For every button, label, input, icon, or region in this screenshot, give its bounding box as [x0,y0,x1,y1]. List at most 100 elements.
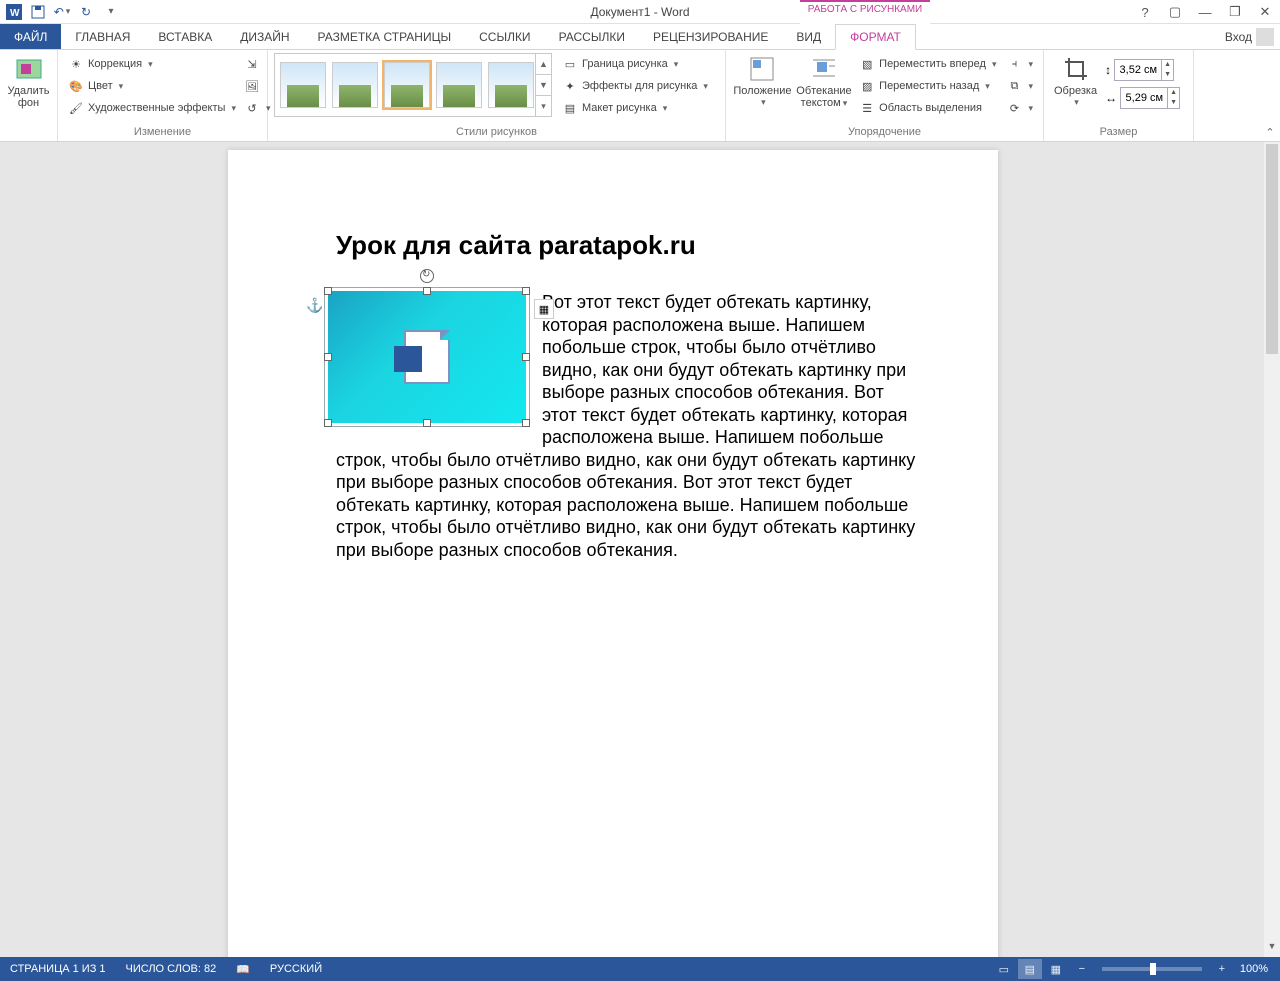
restore-icon[interactable]: ❐ [1224,2,1246,22]
picture-border-button[interactable]: ▭Граница рисунка▾ [558,53,712,75]
window-controls: ? ▢ — ❐ ✕ [1134,0,1276,24]
vertical-scrollbar[interactable]: ▲ ▼ [1264,142,1280,957]
group-label-size: Размер [1050,125,1187,141]
corrections-button[interactable]: ☀Коррекция▾ [64,53,240,75]
remove-background-icon [13,55,45,83]
picture-layout-icon: ▤ [562,100,578,116]
scroll-down-icon[interactable]: ▼ [1264,941,1280,957]
document-page[interactable]: Урок для сайта paratapok.ru ⚓ ▦ Вот этот… [228,150,998,957]
status-language[interactable]: РУССКИЙ [260,963,332,975]
align-button[interactable]: ⫞▾ [1002,53,1037,75]
tab-review[interactable]: РЕЦЕНЗИРОВАНИЕ [639,24,782,49]
tab-file[interactable]: ФАЙЛ [0,24,61,49]
collapse-ribbon-icon[interactable]: ⌃ [1262,126,1278,139]
style-thumb-2[interactable] [332,62,378,108]
status-words[interactable]: ЧИСЛО СЛОВ: 82 [116,963,227,975]
zoom-slider[interactable] [1102,967,1202,971]
title-bar: W ↶▾ ↻ ▾ Документ1 - Word РАБОТА С РИСУН… [0,0,1280,24]
group-arrange: Положение▾ Обтеканиетекстом▾ ▧Переместит… [726,50,1044,141]
tab-references[interactable]: ССЫЛКИ [465,24,544,49]
qat-customize-icon[interactable]: ▾ [100,2,120,22]
gallery-up-icon[interactable]: ▲ [536,54,551,75]
rotate-handle[interactable] [420,269,434,283]
read-mode-icon[interactable]: ▭ [992,959,1016,979]
wrap-text-button[interactable]: Обтеканиетекстом▾ [795,53,853,111]
style-thumb-3[interactable] [384,62,430,108]
web-layout-icon[interactable]: ▦ [1044,959,1068,979]
crop-button[interactable]: Обрезка▾ [1050,53,1101,110]
signin-button[interactable]: Вход [1225,24,1274,50]
width-spinner[interactable]: ▲▼ [1120,87,1180,109]
group-label-styles: Стили рисунков [274,125,719,141]
bring-forward-button[interactable]: ▧Переместить вперед▾ [855,53,1000,75]
status-page[interactable]: СТРАНИЦА 1 ИЗ 1 [0,963,116,975]
picture-effects-button[interactable]: ✦Эффекты для рисунка▾ [558,75,712,97]
picture-styles-gallery[interactable]: ▲ ▼ ▾ [274,53,552,117]
tab-page-layout[interactable]: РАЗМЕТКА СТРАНИЦЫ [304,24,466,49]
height-down[interactable]: ▼ [1162,70,1173,80]
word-app-icon[interactable]: W [4,2,24,22]
close-icon[interactable]: ✕ [1254,2,1276,22]
handle-ml[interactable] [324,353,332,361]
selected-image[interactable]: ⚓ ▦ [328,291,526,423]
print-layout-icon[interactable]: ▤ [1018,959,1042,979]
handle-bm[interactable] [423,419,431,427]
tab-design[interactable]: ДИЗАЙН [226,24,303,49]
window-title: Документ1 - Word [590,5,689,19]
zoom-out-icon[interactable]: − [1070,959,1094,979]
tab-insert[interactable]: ВСТАВКА [144,24,226,49]
width-up[interactable]: ▲ [1168,88,1179,98]
wrap-text-icon [808,55,840,83]
handle-tr[interactable] [522,287,530,295]
group-button[interactable]: ⧉▾ [1002,75,1037,97]
width-down[interactable]: ▼ [1168,98,1179,108]
help-icon[interactable]: ? [1134,2,1156,22]
rotate-icon: ⟳ [1006,100,1022,116]
handle-tm[interactable] [423,287,431,295]
reset-picture-icon: ↺ [244,100,260,116]
undo-icon[interactable]: ↶▾ [52,2,72,22]
selection-pane-button[interactable]: ☰Область выделения [855,97,1000,119]
handle-br[interactable] [522,419,530,427]
zoom-level[interactable]: 100% [1236,963,1272,975]
width-input[interactable] [1121,92,1167,104]
tab-mailings[interactable]: РАССЫЛКИ [545,24,639,49]
save-icon[interactable] [28,2,48,22]
height-input[interactable] [1115,64,1161,76]
handle-bl[interactable] [324,419,332,427]
handle-mr[interactable] [522,353,530,361]
layout-options-button[interactable]: ▦ [534,299,554,319]
minimize-icon[interactable]: — [1194,2,1216,22]
style-thumb-1[interactable] [280,62,326,108]
ribbon-display-icon[interactable]: ▢ [1164,2,1186,22]
height-spinner[interactable]: ▲▼ [1114,59,1174,81]
send-backward-icon: ▨ [859,78,875,94]
align-icon: ⫞ [1006,56,1022,72]
picture-layout-button[interactable]: ▤Макет рисунка▾ [558,97,712,119]
tab-format[interactable]: ФОРМАТ [835,24,916,50]
gallery-down-icon[interactable]: ▼ [536,75,551,96]
style-thumb-5[interactable] [488,62,534,108]
scroll-thumb[interactable] [1266,144,1278,354]
anchor-icon: ⚓ [306,297,323,314]
color-button[interactable]: 🎨Цвет▾ [64,75,240,97]
artistic-effects-button[interactable]: 🖌Художественные эффекты▾ [64,97,240,119]
zoom-thumb[interactable] [1150,963,1156,975]
image-content [328,291,526,423]
zoom-in-icon[interactable]: + [1210,959,1234,979]
style-thumb-4[interactable] [436,62,482,108]
tab-home[interactable]: ГЛАВНАЯ [61,24,144,49]
send-backward-button[interactable]: ▨Переместить назад▾ [855,75,1000,97]
avatar-icon [1256,28,1274,46]
position-button[interactable]: Положение▾ [732,53,793,110]
rotate-button[interactable]: ⟳▾ [1002,97,1037,119]
height-up[interactable]: ▲ [1162,60,1173,70]
group-picture-styles: ▲ ▼ ▾ ▭Граница рисунка▾ ✦Эффекты для рис… [268,50,726,141]
tab-view[interactable]: ВИД [782,24,835,49]
gallery-more-icon[interactable]: ▾ [536,96,551,116]
redo-icon[interactable]: ↻ [76,2,96,22]
document-area: Урок для сайта paratapok.ru ⚓ ▦ Вот этот… [0,142,1280,957]
handle-tl[interactable] [324,287,332,295]
status-proofing-icon[interactable]: 📖 [226,963,260,976]
remove-background-button[interactable]: Удалитьфон [6,53,51,111]
